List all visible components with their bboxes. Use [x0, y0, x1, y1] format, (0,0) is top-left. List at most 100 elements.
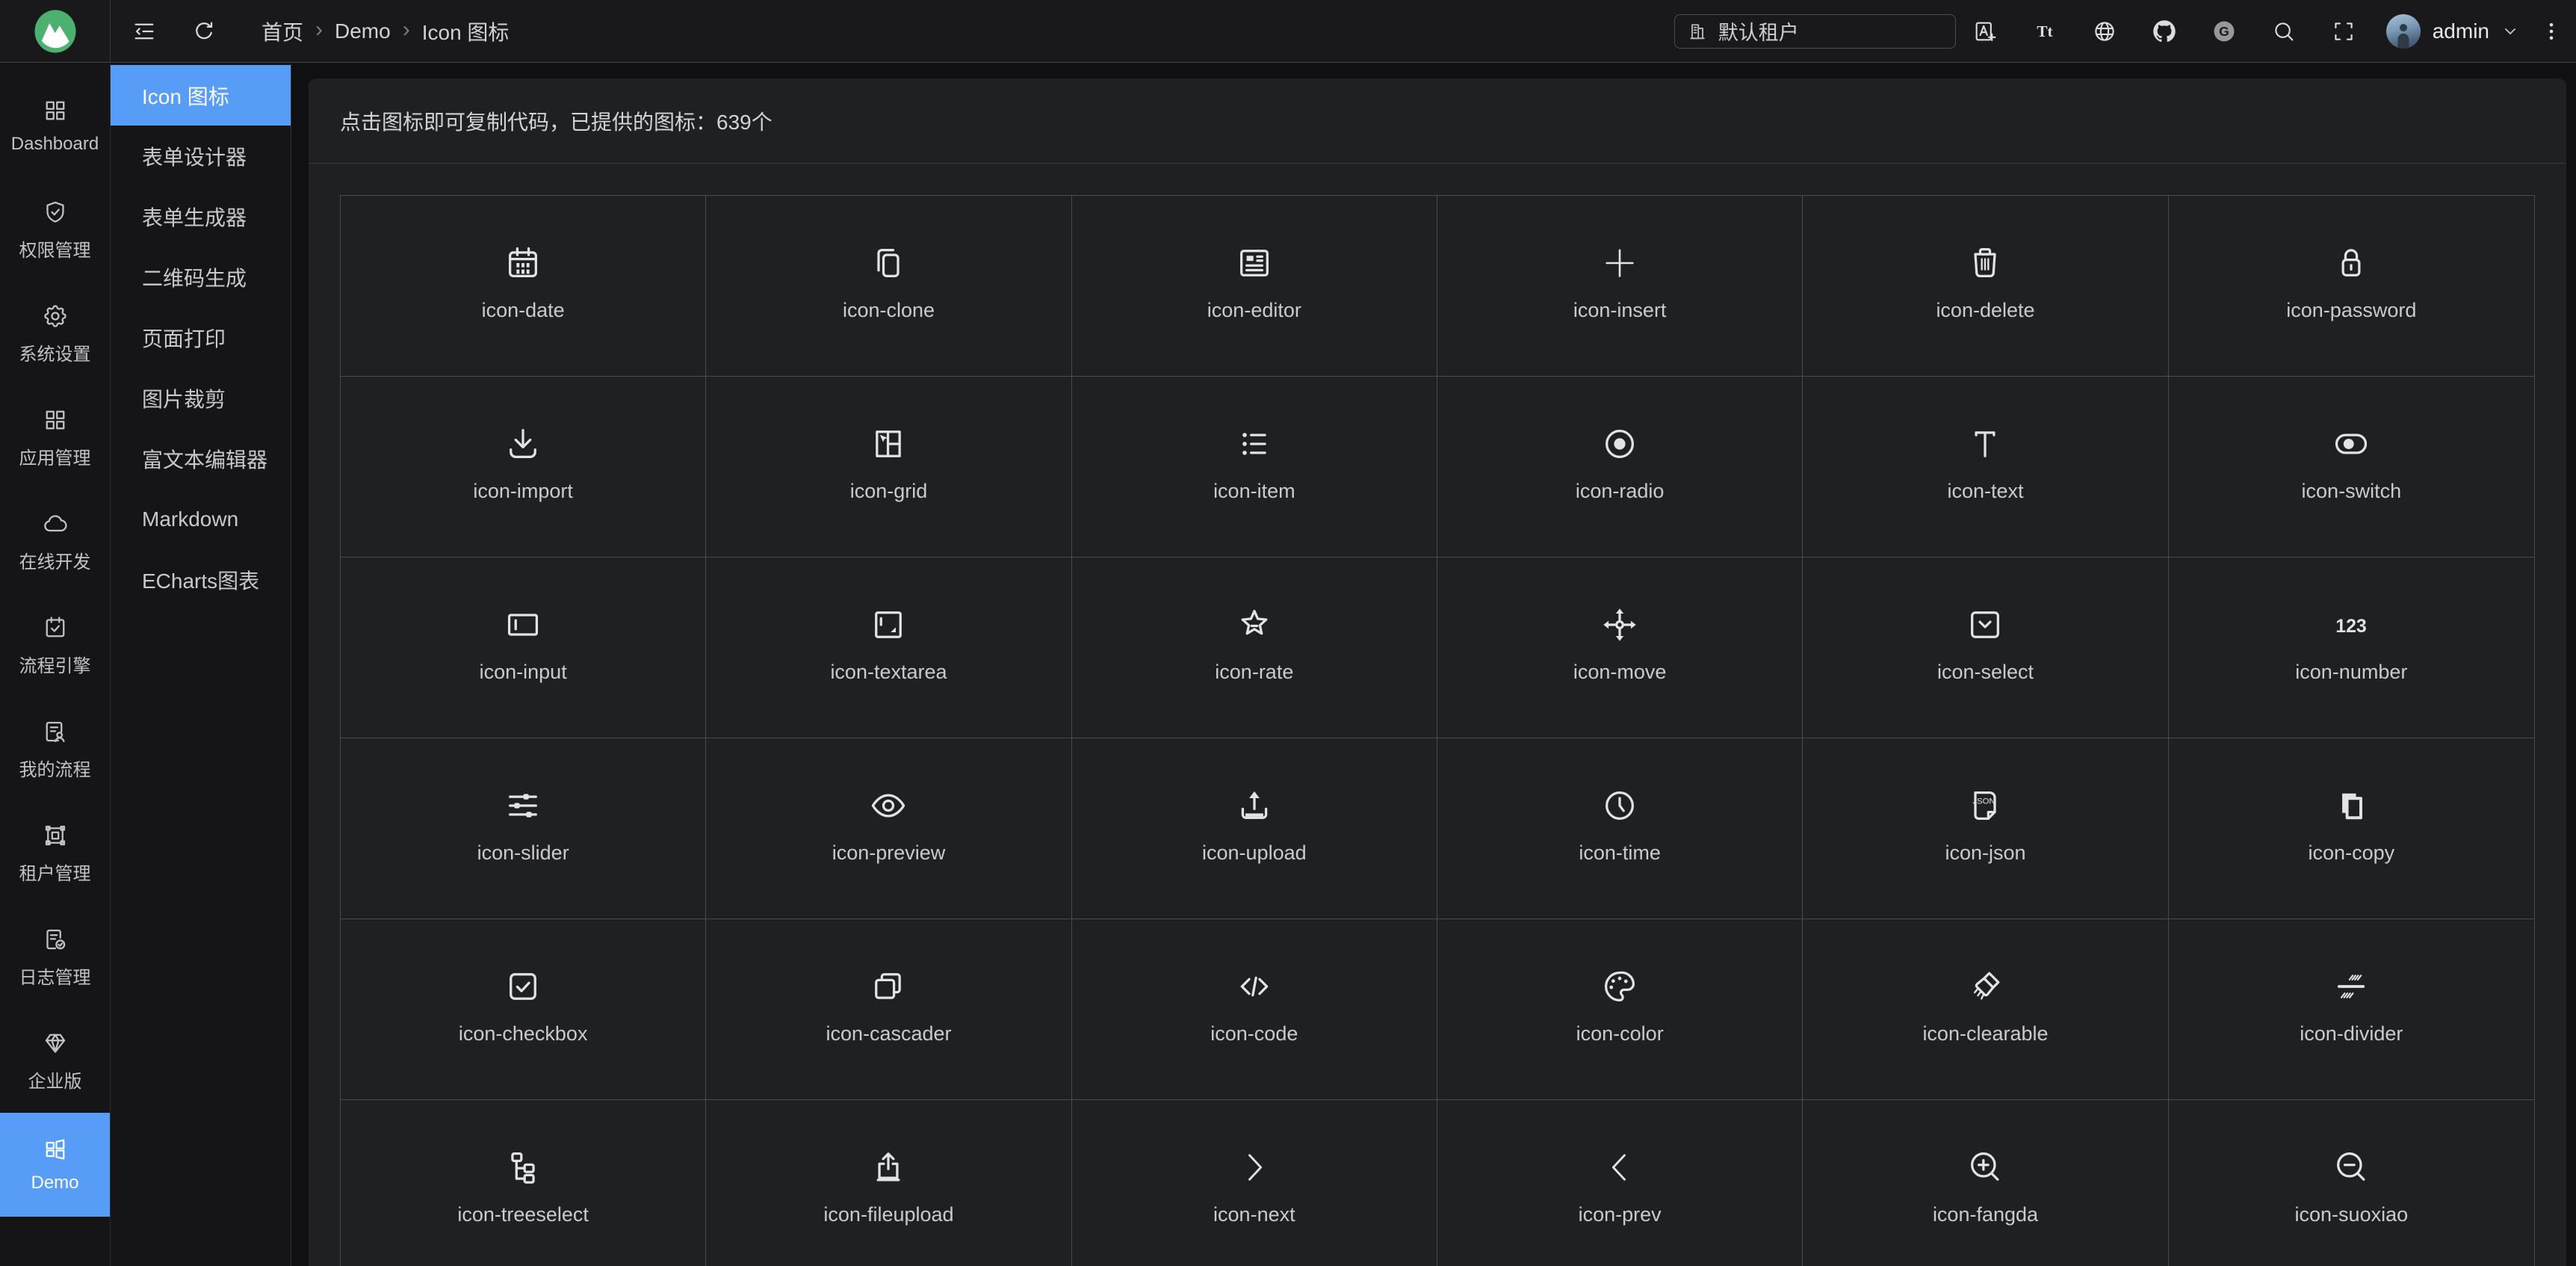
user-menu[interactable]: admin [2386, 14, 2519, 49]
icon-cell-suoxiao[interactable]: icon-suoxiao [2169, 1100, 2534, 1266]
icon-cell-fileupload[interactable]: icon-fileupload [706, 1100, 1071, 1266]
icon-cell-move[interactable]: icon-move [1437, 558, 1803, 738]
menu-item-2[interactable]: 表单生成器 [111, 186, 291, 247]
icon-cell-radio[interactable]: icon-radio [1437, 377, 1803, 558]
icon-cell-json[interactable]: JSON icon-json [1803, 738, 2168, 919]
collapse-menu-icon[interactable] [131, 19, 157, 44]
menu-item-0[interactable]: Icon 图标 [111, 65, 291, 126]
fontsize-icon[interactable]: Tt [2032, 19, 2058, 44]
icon-cell-rate[interactable]: icon-rate [1072, 558, 1437, 738]
upload-icon [1235, 786, 1274, 825]
icon-cell-prev[interactable]: icon-prev [1437, 1100, 1803, 1266]
icon-cell-import[interactable]: icon-import [341, 377, 706, 558]
icon-cell-divider[interactable]: icon-divider [2169, 919, 2534, 1100]
search-icon[interactable] [2271, 19, 2297, 44]
clone-icon [869, 244, 908, 282]
topbar-actions: Tt G [1972, 19, 2356, 44]
icon-cell-input[interactable]: icon-input [341, 558, 706, 738]
icon-cell-cascader[interactable]: icon-cascader [706, 919, 1071, 1100]
app-logo[interactable] [0, 0, 111, 62]
breadcrumb-item[interactable]: Demo [335, 19, 391, 43]
icon-label: icon-divider [2300, 1022, 2403, 1046]
sidebar-item-demo[interactable]: Demo [0, 1113, 110, 1217]
card-body: icon-dateicon-clone icon-editor icon-inser… [309, 164, 2566, 1266]
checkbox-icon [504, 967, 542, 1006]
translate-icon[interactable] [1972, 19, 1998, 44]
icon-cell-password[interactable]: icon-password [2169, 196, 2534, 377]
sidebar-item-online[interactable]: 在线开发 [0, 490, 110, 593]
breadcrumb-item[interactable]: Icon 图标 [422, 16, 510, 46]
icon-cell-text[interactable]: icon-text [1803, 377, 2168, 558]
menu-item-5[interactable]: 图片裁剪 [111, 368, 291, 428]
tenant-selector[interactable]: 默认租户 [1674, 14, 1956, 49]
icon-cell-next[interactable]: icon-next [1072, 1100, 1437, 1266]
copy-icon [2332, 786, 2371, 825]
icon-cell-clearable[interactable]: icon-clearable [1803, 919, 2168, 1100]
gitee-icon[interactable]: G [2211, 19, 2237, 44]
more-vertical-icon[interactable] [2540, 20, 2563, 43]
menu-item-1[interactable]: 表单设计器 [111, 126, 291, 186]
menu-item-3[interactable]: 二维码生成 [111, 247, 291, 307]
breadcrumb-item[interactable]: 首页 [261, 16, 303, 46]
icon-cell-number[interactable]: 123icon-number [2169, 558, 2534, 738]
icon-cell-checkbox[interactable]: icon-checkbox [341, 919, 706, 1100]
menu-item-7[interactable]: Markdown [111, 489, 291, 549]
icon-cell-clone[interactable]: icon-clone [706, 196, 1071, 377]
icon-cell-editor[interactable]: icon-editor [1072, 196, 1437, 377]
fullscreen-icon[interactable] [2331, 19, 2356, 44]
icon-cell-select[interactable]: icon-select [1803, 558, 2168, 738]
icon-cell-date[interactable]: icon-date [341, 196, 706, 377]
icon-label: icon-text [1947, 480, 2023, 503]
refresh-icon[interactable] [191, 19, 217, 44]
topbar-left: 首页›Demo›Icon 图标 [111, 16, 509, 46]
menu-item-8[interactable]: ECharts图表 [111, 549, 291, 610]
icon-label: icon-cascader [826, 1022, 951, 1046]
icon-cell-insert[interactable]: icon-insert [1437, 196, 1803, 377]
icon-cell-item[interactable]: icon-item [1072, 377, 1437, 558]
globe-icon[interactable] [2092, 19, 2117, 44]
icon-cell-preview[interactable]: icon-preview [706, 738, 1071, 919]
sidebar-item-enterprise[interactable]: 企业版 [0, 1009, 110, 1113]
icon-label: icon-upload [1202, 842, 1307, 865]
icon-cell-code[interactable]: icon-code [1072, 919, 1437, 1100]
icon-cell-delete[interactable]: icon-delete [1803, 196, 2168, 377]
icon-cell-copy[interactable]: icon-copy [2169, 738, 2534, 919]
icon-cell-color[interactable]: icon-color [1437, 919, 1803, 1100]
icon-cell-fangda[interactable]: icon-fangda [1803, 1100, 2168, 1266]
icon-label: icon-prev [1579, 1203, 1662, 1226]
icon-label: icon-json [1945, 842, 2025, 865]
menu-item-4[interactable]: 页面打印 [111, 307, 291, 368]
icon-cell-time[interactable]: icon-time [1437, 738, 1803, 919]
workflow-icon [42, 614, 69, 641]
icon-cell-textarea[interactable]: icon-textarea [706, 558, 1071, 738]
sidebar-item-system[interactable]: 系统设置 [0, 282, 110, 386]
avatar [2386, 14, 2421, 49]
content-area: 点击图标即可复制代码，已提供的图标：639个 icon-dateicon-clo… [291, 64, 2576, 1266]
icon-label: icon-delete [1936, 299, 2034, 322]
icon-cell-switch[interactable]: icon-switch [2169, 377, 2534, 558]
sidebar-item-auth[interactable]: 权限管理 [0, 178, 110, 282]
icon-label: icon-code [1210, 1022, 1298, 1046]
sidebar-item-dashboard[interactable]: Dashboard [0, 74, 110, 178]
fangda-icon [1966, 1148, 2004, 1187]
radio-icon [1600, 424, 1639, 463]
icon-cell-treeselect[interactable]: icon-treeselect [341, 1100, 706, 1266]
sidebar-item-log[interactable]: 日志管理 [0, 905, 110, 1009]
icon-cell-slider[interactable]: icon-slider [341, 738, 706, 919]
svg-text:JSON: JSON [1973, 797, 1996, 806]
menu-item-6[interactable]: 富文本编辑器 [111, 428, 291, 489]
icon-label: icon-select [1937, 661, 2034, 684]
icon-label: icon-fileupload [823, 1203, 953, 1226]
editor-icon [1235, 244, 1274, 282]
sidebar-item-tenant[interactable]: 租户管理 [0, 801, 110, 905]
sidebar-item-workflow[interactable]: 流程引擎 [0, 593, 110, 697]
myflow-icon [42, 718, 69, 745]
github-icon[interactable] [2152, 19, 2177, 44]
sidebar-item-apps[interactable]: 应用管理 [0, 386, 110, 490]
icon-cell-grid[interactable]: icon-grid [706, 377, 1071, 558]
secondary-sidebar: Icon 图标表单设计器表单生成器二维码生成页面打印图片裁剪富文本编辑器Mark… [111, 64, 291, 1266]
icon-label: icon-editor [1207, 299, 1301, 322]
sidebar-item-myflow[interactable]: 我的流程 [0, 697, 110, 801]
icon-cell-upload[interactable]: icon-upload [1072, 738, 1437, 919]
json-icon: JSON [1966, 786, 2004, 825]
